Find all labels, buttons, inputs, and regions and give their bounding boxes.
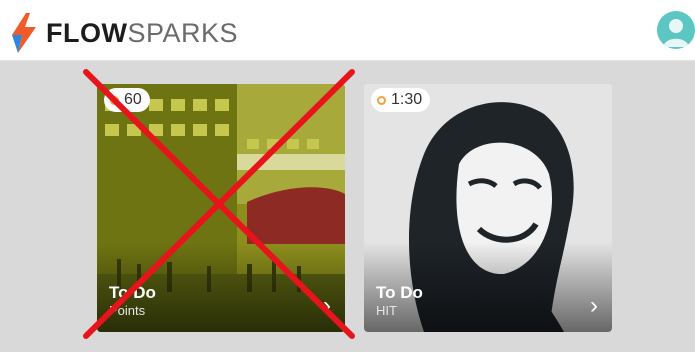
user-avatar[interactable] xyxy=(657,11,695,49)
clock-icon xyxy=(377,95,386,105)
sparks-card[interactable]: 1:30 To Do HIT › xyxy=(364,84,612,332)
card-subtitle: HIT xyxy=(376,303,397,318)
duration-badge: 1:30 xyxy=(371,88,431,112)
brand-name-light: SPARKS xyxy=(127,18,239,48)
duration-text: 1:30 xyxy=(391,91,423,108)
chevron-right-icon: › xyxy=(590,292,598,319)
brand-name: FLOWSPARKS xyxy=(46,13,238,53)
user-icon xyxy=(663,19,689,47)
lightning-logo-icon xyxy=(12,13,36,53)
logo[interactable]: FLOWSPARKS xyxy=(10,13,238,53)
brand-name-bold: FLOW xyxy=(46,18,128,48)
red-cross-mark xyxy=(83,69,355,339)
card-title: To Do xyxy=(376,283,423,302)
top-bar: FLOWSPARKS xyxy=(0,0,695,61)
